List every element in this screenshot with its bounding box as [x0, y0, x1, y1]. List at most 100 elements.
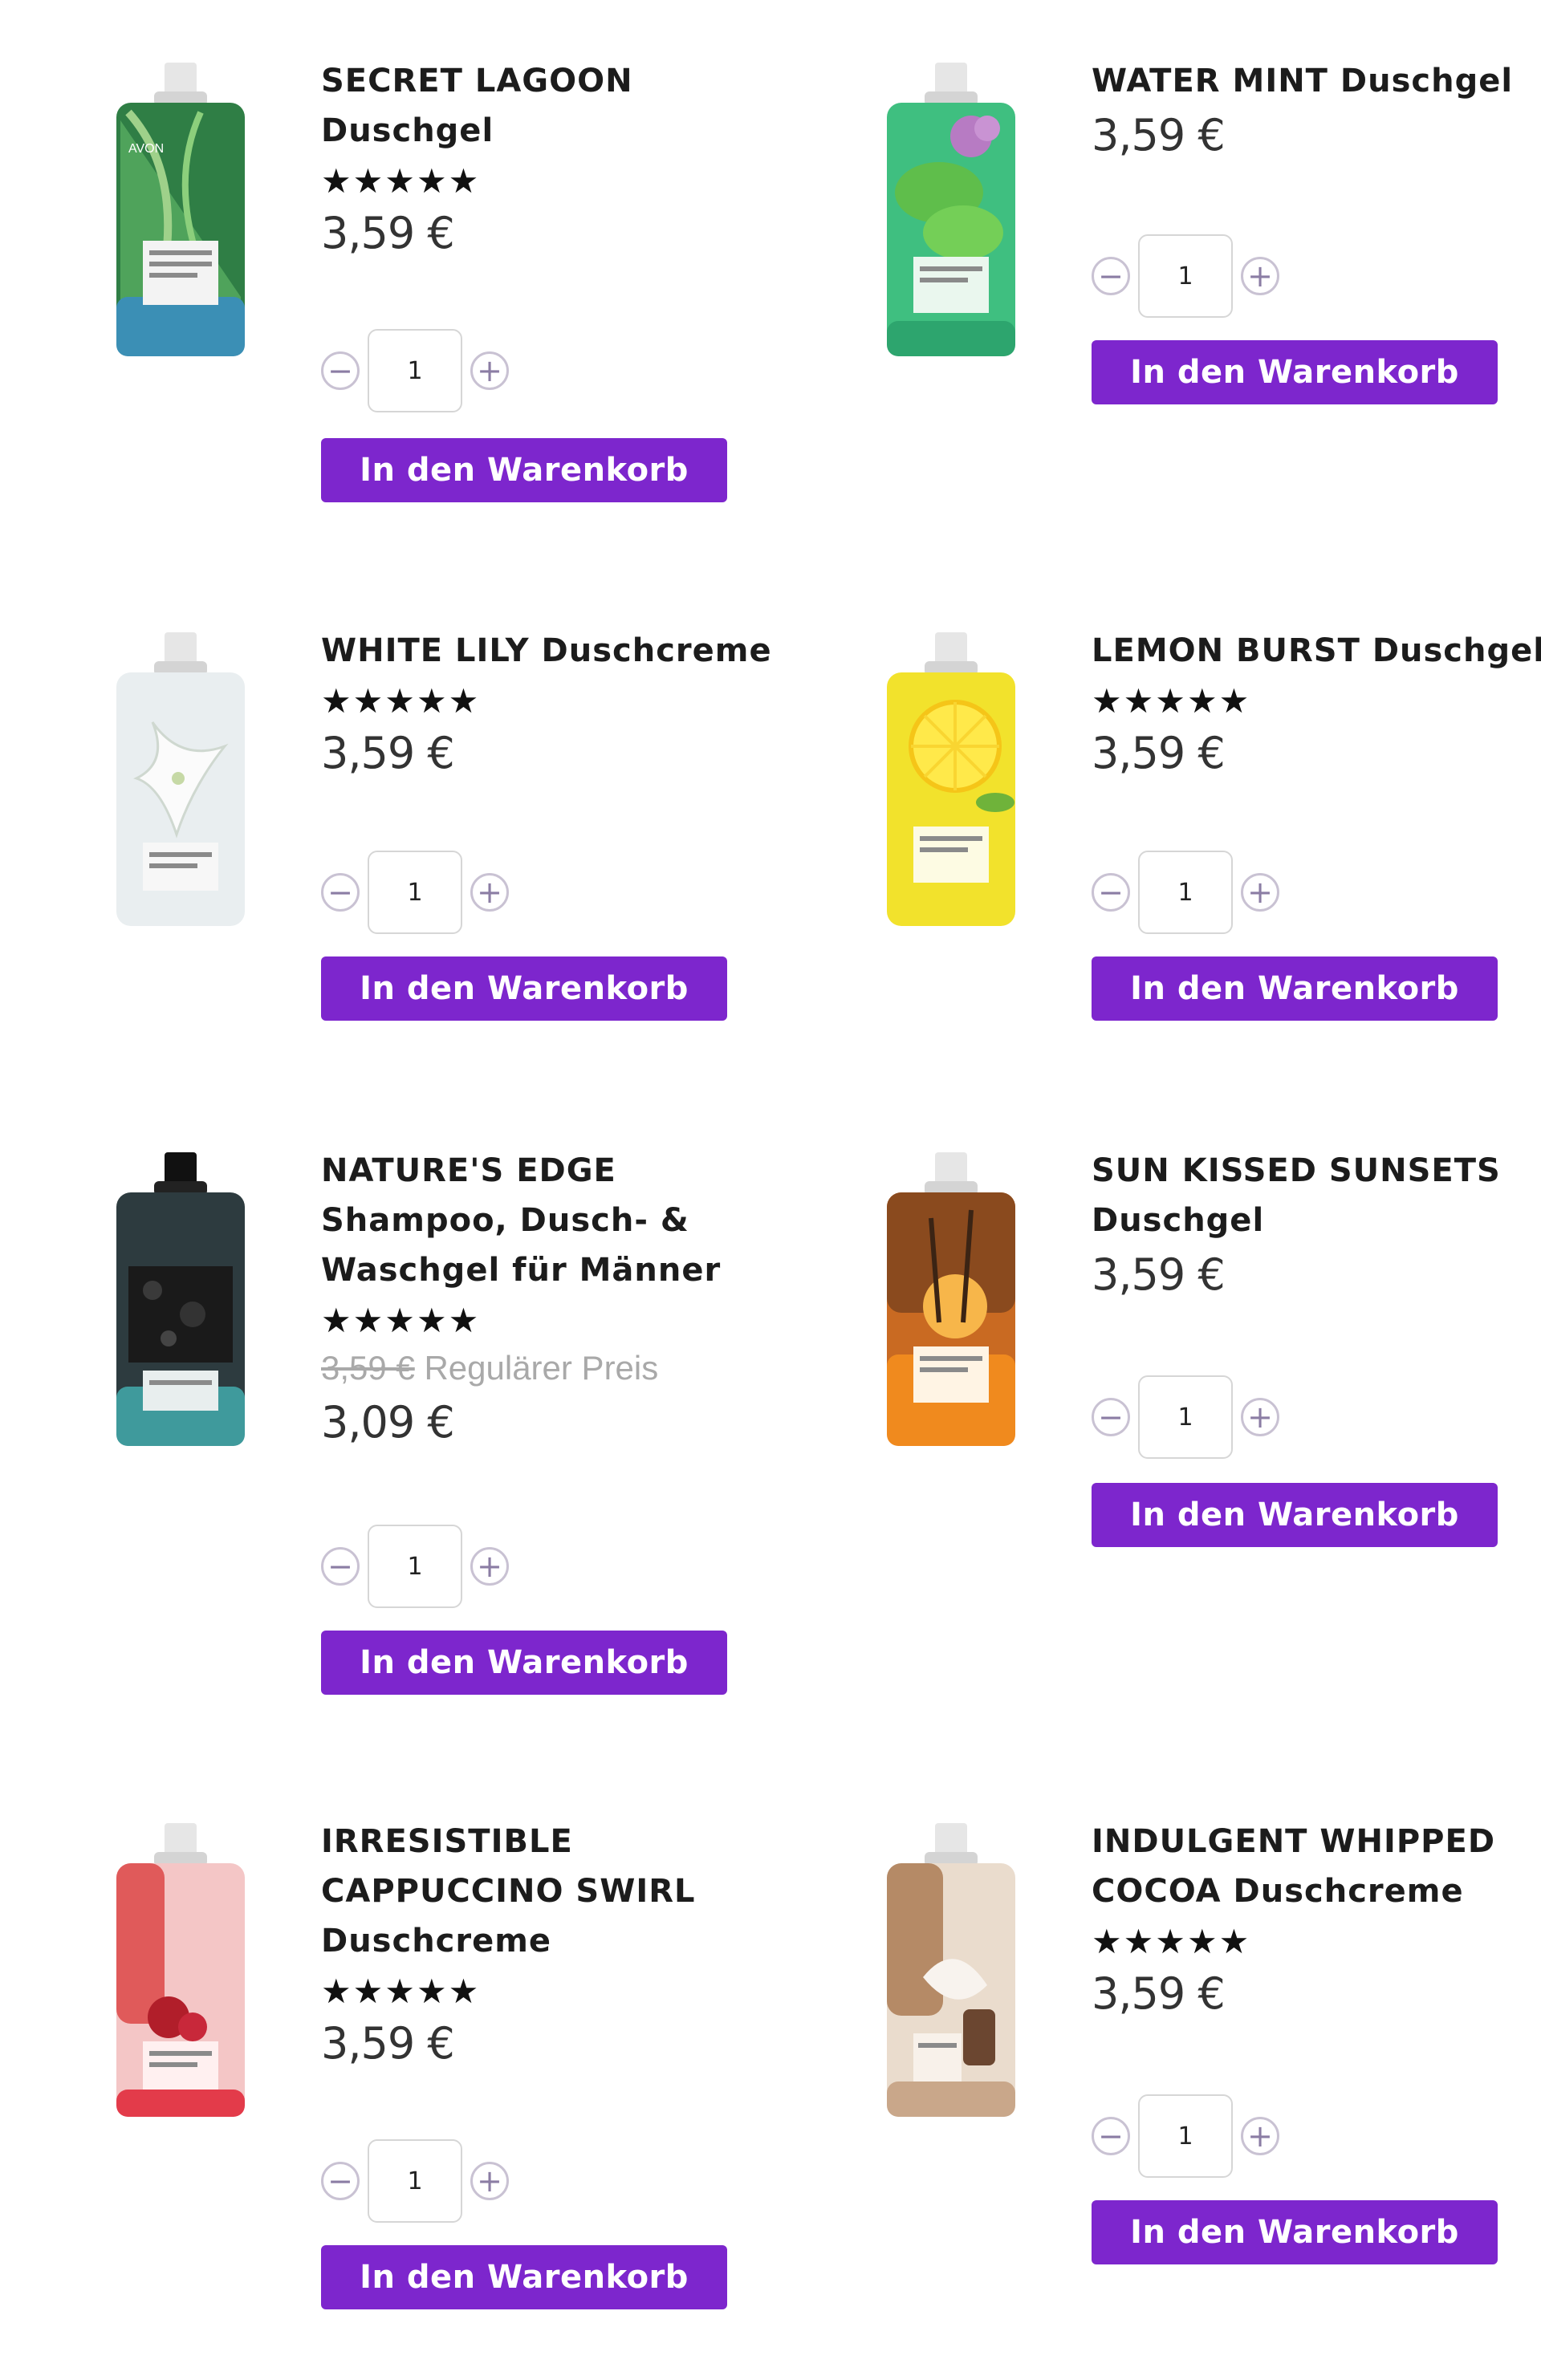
rating-stars: ★★★★★: [321, 161, 481, 201]
svg-text:AVON: AVON: [128, 142, 164, 156]
decrease-quantity-button[interactable]: −: [321, 351, 360, 390]
decrease-quantity-button[interactable]: −: [1092, 1398, 1130, 1436]
product-price: 3,59 €: [321, 728, 455, 778]
product-title-line: Duschcreme: [321, 1923, 552, 1960]
product-title[interactable]: LEMON BURST Duschgel: [1092, 626, 1541, 676]
quantity-input[interactable]: 1: [368, 1525, 462, 1608]
product-card-lemon-burst: LEMON BURST Duschgel ★★★★★ 3,59 € − 1 + …: [875, 626, 1541, 1027]
increase-quantity-button[interactable]: +: [1241, 873, 1279, 912]
product-title[interactable]: SECRET LAGOON Duschgel: [321, 56, 867, 156]
product-title-line: IRRESISTIBLE: [321, 1823, 573, 1860]
quantity-input[interactable]: 1: [368, 851, 462, 934]
product-image[interactable]: [104, 626, 257, 931]
decrease-quantity-button[interactable]: −: [321, 873, 360, 912]
product-image[interactable]: [104, 1817, 257, 2122]
old-price-label: Regulärer Preis: [424, 1349, 659, 1387]
product-card-sun-kissed-sunsets: SUN KISSED SUNSETS Duschgel 3,59 € − 1 +…: [875, 1146, 1541, 1555]
product-title-line: Waschgel für Männer: [321, 1252, 722, 1289]
decrease-quantity-button[interactable]: −: [321, 1547, 360, 1586]
product-image[interactable]: [875, 1817, 1027, 2122]
product-title-line: COCOA Duschcreme: [1092, 1873, 1464, 1910]
product-title[interactable]: IRRESISTIBLE CAPPUCCINO SWIRL Duschcreme: [321, 1817, 867, 1966]
bottle-image: [887, 1152, 1015, 1446]
product-title-line: LEMON BURST Duschgel: [1092, 632, 1541, 669]
rating-stars: ★★★★★: [321, 681, 481, 721]
product-price: 3,09 €: [321, 1397, 455, 1448]
product-price: 3,59 €: [321, 2018, 455, 2069]
product-title-line: Duschgel: [321, 112, 494, 149]
product-price: 3,59 €: [321, 208, 455, 258]
product-price: 3,59 €: [1092, 1968, 1226, 2019]
increase-quantity-button[interactable]: +: [470, 2162, 509, 2200]
quantity-stepper: − 1 +: [1092, 2094, 1279, 2178]
product-image[interactable]: AVON: [104, 56, 257, 361]
add-to-cart-button[interactable]: In den Warenkorb: [321, 438, 727, 502]
product-title-line: SUN KISSED SUNSETS: [1092, 1152, 1501, 1189]
decrease-quantity-button[interactable]: −: [1092, 257, 1130, 295]
product-card-natures-edge: NATURE'S EDGE Shampoo, Dusch- & Waschgel…: [104, 1146, 859, 1708]
add-to-cart-button[interactable]: In den Warenkorb: [321, 1631, 727, 1695]
product-title-line: WHITE LILY Duschcreme: [321, 632, 772, 669]
bottle-image: [116, 1152, 245, 1446]
add-to-cart-button[interactable]: In den Warenkorb: [321, 2245, 727, 2309]
product-price: 3,59 €: [1092, 728, 1226, 778]
add-to-cart-button[interactable]: In den Warenkorb: [1092, 1483, 1498, 1547]
quantity-input[interactable]: 1: [1138, 234, 1233, 318]
rating-stars: ★★★★★: [1092, 681, 1251, 721]
rating-stars: ★★★★★: [321, 1301, 481, 1340]
product-title-line: Shampoo, Dusch- &: [321, 1202, 689, 1239]
product-card-water-mint: WATER MINT Duschgel 3,59 € − 1 + In den …: [875, 56, 1541, 425]
quantity-stepper: − 1 +: [321, 851, 509, 934]
bottle-image: [887, 632, 1015, 926]
increase-quantity-button[interactable]: +: [470, 351, 509, 390]
add-to-cart-button[interactable]: In den Warenkorb: [1092, 956, 1498, 1021]
product-card-secret-lagoon: AVON SECRET LAGOON Duschgel ★★★★★ 3,59 €…: [104, 56, 859, 506]
product-card-white-lily: WHITE LILY Duschcreme ★★★★★ 3,59 € − 1 +…: [104, 626, 859, 1027]
quantity-input[interactable]: 1: [1138, 2094, 1233, 2178]
quantity-stepper: − 1 +: [321, 1525, 509, 1608]
quantity-stepper: − 1 +: [1092, 1375, 1279, 1459]
decrease-quantity-button[interactable]: −: [1092, 2117, 1130, 2155]
increase-quantity-button[interactable]: +: [470, 873, 509, 912]
quantity-input[interactable]: 1: [368, 329, 462, 412]
add-to-cart-button[interactable]: In den Warenkorb: [1092, 340, 1498, 404]
product-title-line: NATURE'S EDGE: [321, 1152, 616, 1189]
product-title-line: WATER MINT Duschgel: [1092, 63, 1514, 100]
quantity-input[interactable]: 1: [1138, 851, 1233, 934]
product-title[interactable]: SUN KISSED SUNSETS Duschgel: [1092, 1146, 1541, 1245]
rating-stars: ★★★★★: [1092, 1922, 1251, 1961]
increase-quantity-button[interactable]: +: [1241, 257, 1279, 295]
product-title[interactable]: WHITE LILY Duschcreme: [321, 626, 867, 676]
product-title[interactable]: WATER MINT Duschgel: [1092, 56, 1541, 106]
old-price-value: 3,59 €: [321, 1349, 415, 1387]
product-price: 3,59 €: [1092, 110, 1226, 160]
add-to-cart-button[interactable]: In den Warenkorb: [321, 956, 727, 1021]
bottle-image: [116, 632, 245, 926]
product-card-cappuccino-swirl: IRRESISTIBLE CAPPUCCINO SWIRL Duschcreme…: [104, 1817, 859, 2322]
bottle-image: [887, 1823, 1015, 2117]
product-price: 3,59 €: [1092, 1249, 1226, 1300]
product-title-line: Duschgel: [1092, 1202, 1265, 1239]
increase-quantity-button[interactable]: +: [470, 1547, 509, 1586]
product-image[interactable]: [104, 1146, 257, 1451]
decrease-quantity-button[interactable]: −: [1092, 873, 1130, 912]
quantity-stepper: − 1 +: [321, 329, 509, 412]
bottle-image: [116, 1823, 245, 2117]
decrease-quantity-button[interactable]: −: [321, 2162, 360, 2200]
add-to-cart-button[interactable]: In den Warenkorb: [1092, 2200, 1498, 2264]
increase-quantity-button[interactable]: +: [1241, 2117, 1279, 2155]
regular-price: 3,59 € Regulärer Preis: [321, 1343, 867, 1393]
product-title[interactable]: NATURE'S EDGE Shampoo, Dusch- & Waschgel…: [321, 1146, 867, 1295]
quantity-stepper: − 1 +: [1092, 234, 1279, 318]
increase-quantity-button[interactable]: +: [1241, 1398, 1279, 1436]
product-card-whipped-cocoa: INDULGENT WHIPPED COCOA Duschcreme ★★★★★…: [875, 1817, 1541, 2266]
quantity-input[interactable]: 1: [368, 2139, 462, 2223]
product-image[interactable]: [875, 626, 1027, 931]
product-image[interactable]: [875, 1146, 1027, 1451]
product-image[interactable]: [875, 56, 1027, 361]
quantity-stepper: − 1 +: [321, 2139, 509, 2223]
rating-stars: ★★★★★: [321, 1972, 481, 2011]
product-title-line: CAPPUCCINO SWIRL: [321, 1873, 696, 1910]
product-title[interactable]: INDULGENT WHIPPED COCOA Duschcreme: [1092, 1817, 1541, 1916]
quantity-input[interactable]: 1: [1138, 1375, 1233, 1459]
